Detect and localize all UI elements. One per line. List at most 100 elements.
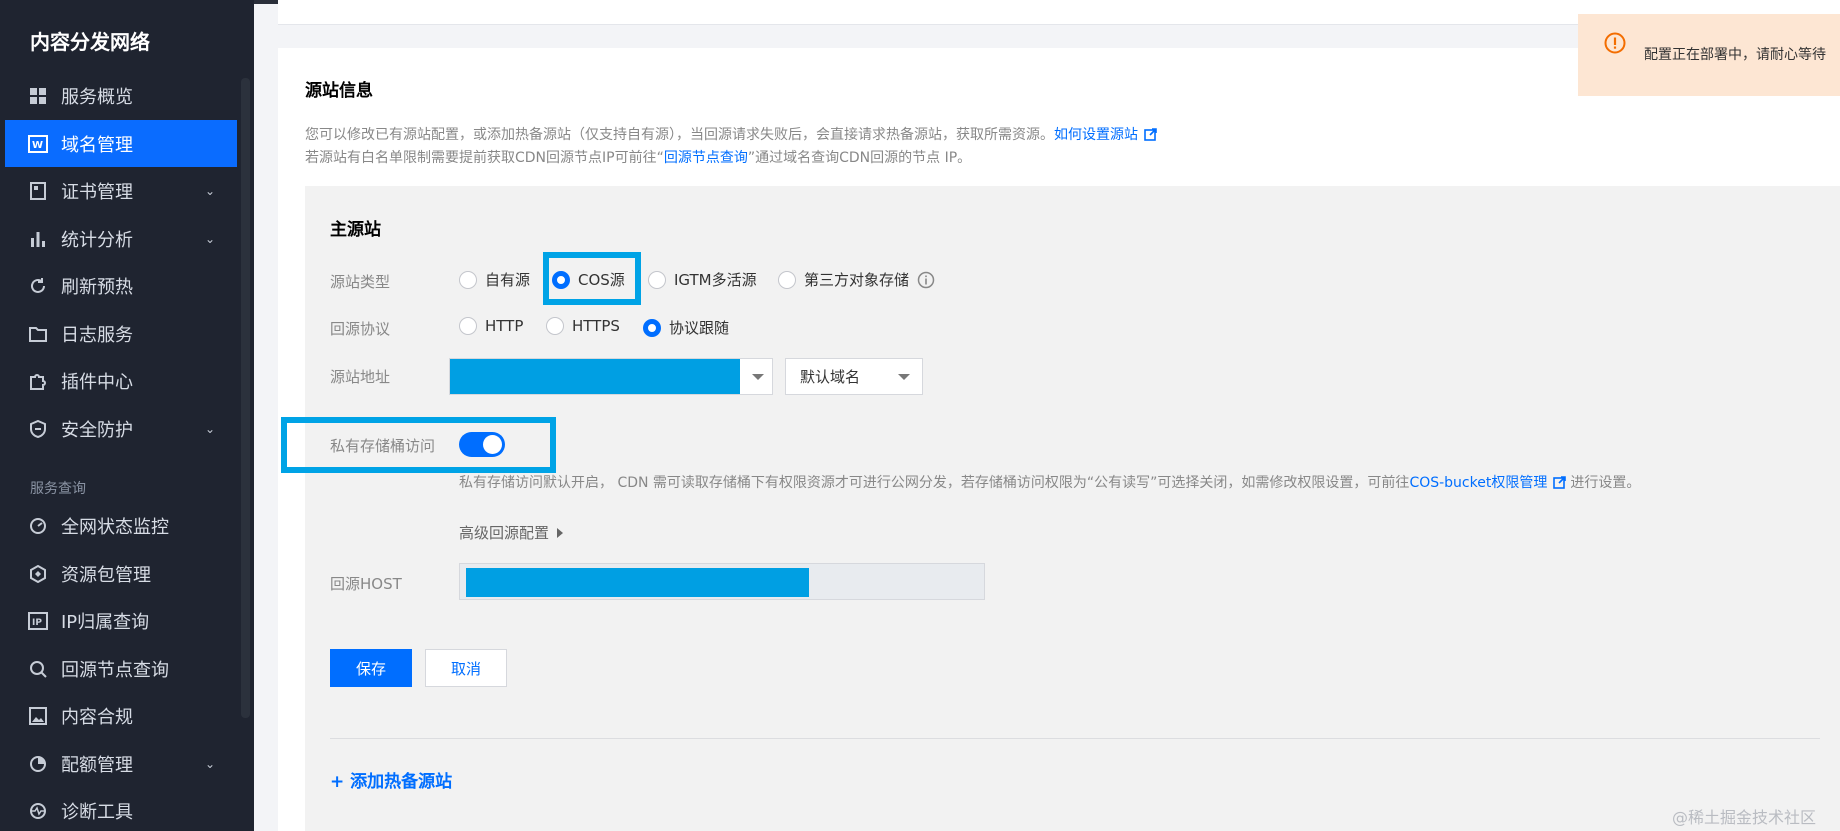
sidebar-item-statistics[interactable]: 统计分析 ⌄ xyxy=(5,215,237,262)
sidebar-item-overview[interactable]: 服务概览 xyxy=(5,72,237,119)
sidebar: 内容分发网络 服务概览 W 域名管理 证书管理 ⌄ 统计分析 ⌄ 刷新预热 日志… xyxy=(0,0,254,831)
info-icon[interactable] xyxy=(917,271,935,289)
origin-node-query-link[interactable]: 回源节点查询 xyxy=(664,150,748,166)
chevron-down-icon: ⌄ xyxy=(204,183,215,198)
divider xyxy=(330,738,1820,739)
radio-circle xyxy=(648,270,666,289)
sidebar-item-label: 配额管理 xyxy=(61,754,133,776)
sidebar-item-logs[interactable]: 日志服务 xyxy=(5,310,237,357)
sidebar-item-label: 安全防护 xyxy=(61,419,133,441)
origin-host-label: 回源HOST xyxy=(330,575,402,593)
sidebar-item-label: 日志服务 xyxy=(61,324,133,346)
highlight-box-cos xyxy=(543,252,641,305)
sidebar-item-label: 资源包管理 xyxy=(61,564,151,586)
sidebar-brand: 内容分发网络 xyxy=(30,30,150,54)
puzzle-icon xyxy=(27,370,49,392)
image-icon xyxy=(27,705,49,727)
sidebar-item-label: 全网状态监控 xyxy=(61,516,169,538)
sidebar-item-label: 插件中心 xyxy=(61,371,133,393)
sidebar-section-label: 服务查询 xyxy=(30,481,86,497)
watermark: @稀土掘金技术社区 xyxy=(1672,808,1817,827)
sidebar-item-label: 内容合规 xyxy=(61,706,133,728)
deploying-toast: 配置正在部署中，请耐心等待 xyxy=(1578,14,1840,96)
advanced-origin-config-toggle[interactable]: 高级回源配置 xyxy=(459,522,564,543)
search-icon xyxy=(27,658,49,680)
sidebar-item-origin-node[interactable]: 回源节点查询 xyxy=(5,645,237,692)
redacted-value xyxy=(450,359,740,394)
primary-origin-title: 主源站 xyxy=(330,220,381,240)
ip-icon: IP xyxy=(27,610,49,632)
sidebar-item-certificate[interactable]: 证书管理 ⌄ xyxy=(5,167,237,214)
redacted-value xyxy=(466,568,809,597)
origin-address-label: 源站地址 xyxy=(330,368,391,386)
origin-address-select[interactable] xyxy=(449,358,773,395)
cos-bucket-permission-link[interactable]: COS-bucket权限管理 xyxy=(1409,475,1547,491)
protocol-https[interactable]: HTTPS xyxy=(546,317,620,335)
origin-type-igtm[interactable]: IGTM多活源 xyxy=(648,269,757,290)
bar-chart-icon xyxy=(27,228,49,250)
radio-circle xyxy=(459,317,477,335)
sidebar-scrollbar[interactable] xyxy=(241,78,250,718)
external-link-icon[interactable] xyxy=(1553,476,1567,489)
chevron-down-icon: ⌄ xyxy=(204,756,215,771)
sidebar-item-label: 域名管理 xyxy=(61,134,133,156)
package-icon xyxy=(27,563,49,585)
sidebar-item-plugins[interactable]: 插件中心 xyxy=(5,357,237,404)
caret-right-icon xyxy=(557,527,564,538)
certificate-icon xyxy=(27,180,49,202)
external-link-icon[interactable] xyxy=(1144,128,1157,141)
monitor-icon xyxy=(27,515,49,537)
origin-host-input[interactable] xyxy=(459,563,985,600)
sidebar-item-compliance[interactable]: 内容合规 xyxy=(5,692,237,739)
chevron-down-icon xyxy=(898,374,910,380)
sidebar-item-security[interactable]: 安全防护 ⌄ xyxy=(5,405,237,452)
origin-whitelist-note: 若源站有白名单限制需要提前获取CDN回源节点IP可前往“回源节点查询”通过域名查… xyxy=(305,150,972,166)
private-bucket-hint: 私有存储访问默认开启， CDN 需可读取存储桶下有权限资源才可进行公网分发，若存… xyxy=(459,475,1641,491)
sidebar-item-ip-lookup[interactable]: IP IP归属查询 xyxy=(5,597,237,644)
sidebar-item-packages[interactable]: 资源包管理 xyxy=(5,550,237,597)
folder-icon xyxy=(27,323,49,345)
sidebar-item-monitor[interactable]: 全网状态监控 xyxy=(5,502,237,549)
protocol-follow[interactable]: 协议跟随 xyxy=(643,317,729,338)
domain-type-select[interactable]: 默认域名 xyxy=(785,358,923,395)
origin-type-third-party[interactable]: 第三方对象存储 xyxy=(778,269,935,290)
sidebar-item-label: 诊断工具 xyxy=(61,801,133,823)
sidebar-item-quota[interactable]: 配额管理 ⌄ xyxy=(5,740,237,787)
cancel-button[interactable]: 取消 xyxy=(425,649,507,687)
sidebar-item-label: 证书管理 xyxy=(61,181,133,203)
domain-icon: W xyxy=(27,133,49,155)
save-button[interactable]: 保存 xyxy=(330,649,412,687)
chevron-down-icon: ⌄ xyxy=(204,231,215,246)
sidebar-item-label: IP归属查询 xyxy=(61,611,150,633)
toast-message: 配置正在部署中，请耐心等待 xyxy=(1644,47,1826,63)
sidebar-item-label: 服务概览 xyxy=(61,86,133,108)
protocol-label: 回源协议 xyxy=(330,320,391,338)
chevron-down-icon: ⌄ xyxy=(204,421,215,436)
sidebar-item-label: 统计分析 xyxy=(61,229,133,251)
origin-type-label: 源站类型 xyxy=(330,273,391,291)
primary-origin-panel xyxy=(305,186,1840,831)
chevron-down-icon xyxy=(752,374,764,380)
radio-circle xyxy=(546,317,564,335)
shield-icon xyxy=(27,418,49,440)
warning-icon xyxy=(1604,32,1626,54)
sidebar-item-refresh[interactable]: 刷新预热 xyxy=(5,262,237,309)
pie-chart-icon xyxy=(27,753,49,775)
origin-description: 您可以修改已有源站配置，或添加热备源站（仅支持自有源），当回源请求失败后，会直接… xyxy=(305,124,1157,144)
refresh-icon xyxy=(27,275,49,297)
sidebar-item-label: 刷新预热 xyxy=(61,276,133,298)
origin-type-self[interactable]: 自有源 xyxy=(459,269,530,290)
sidebar-item-diagnostics[interactable]: 诊断工具 xyxy=(5,787,237,831)
svg-text:IP: IP xyxy=(32,618,42,628)
add-backup-origin-link[interactable]: + 添加热备源站 xyxy=(330,767,452,792)
protocol-http[interactable]: HTTP xyxy=(459,317,523,335)
radio-circle xyxy=(643,318,661,337)
grid-icon xyxy=(27,85,49,107)
sidebar-item-label: 回源节点查询 xyxy=(61,659,169,681)
radio-circle xyxy=(459,270,477,289)
pulse-icon xyxy=(27,800,49,822)
radio-circle xyxy=(778,270,796,289)
origin-title: 源站信息 xyxy=(305,81,373,101)
sidebar-item-domain[interactable]: W 域名管理 xyxy=(5,120,237,167)
how-to-set-origin-link[interactable]: 如何设置源站 xyxy=(1054,127,1138,143)
